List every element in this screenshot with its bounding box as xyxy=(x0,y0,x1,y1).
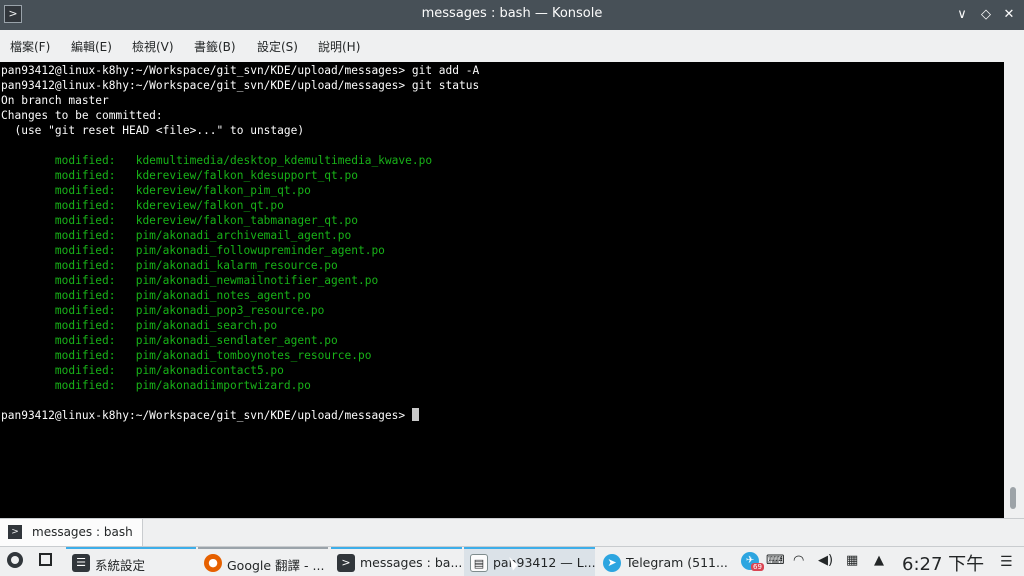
window-titlebar: > messages : bash — Konsole ∨ ◇ ✕ xyxy=(0,0,1024,30)
clipboard-icon[interactable]: ▦ xyxy=(846,553,858,568)
opensuse-launcher-icon xyxy=(7,552,23,568)
terminal-line: pan93412@linux-k8hy:~/Workspace/git_svn/… xyxy=(1,64,480,77)
modified-file-line: modified: pim/akonadi_notes_agent.po xyxy=(1,289,311,302)
application-launcher[interactable] xyxy=(2,547,28,576)
modified-file-line: modified: kdereview/falkon_tabmanager_qt… xyxy=(1,214,358,227)
task-file-manager[interactable]: ▤ pan93412 — L... xyxy=(464,547,596,576)
task-konsole-messages[interactable]: > messages : ba... xyxy=(331,547,462,576)
show-desktop-icon xyxy=(39,553,52,566)
modified-file-line: modified: pim/akonadi_followupreminder_a… xyxy=(1,244,385,257)
menu-bookmarks[interactable]: 書籤(B) xyxy=(194,38,236,55)
maximize-button[interactable]: ◇ xyxy=(976,5,996,25)
konsole-tabbar: > messages : bash xyxy=(0,518,1024,546)
tab-label: messages : bash xyxy=(32,525,133,539)
menubar: 檔案(F) 編輯(E) 檢視(V) 書籤(B) 設定(S) 說明(H) xyxy=(0,30,1024,62)
terminal-line: (use "git reset HEAD <file>..." to unsta… xyxy=(1,124,305,137)
terminal-line: pan93412@linux-k8hy:~/Workspace/git_svn/… xyxy=(1,79,480,92)
task-telegram[interactable]: ➤ Telegram (511... xyxy=(597,547,729,576)
menu-settings[interactable]: 設定(S) xyxy=(257,38,298,55)
digital-clock[interactable]: 6:27 下午 xyxy=(902,550,984,576)
terminal-icon: > xyxy=(8,525,22,539)
menu-view[interactable]: 檢視(V) xyxy=(132,38,174,55)
task-google-translate[interactable]: ● Google 翻譯 - ... xyxy=(198,547,328,576)
wifi-icon[interactable]: ◠ xyxy=(793,553,804,568)
modified-file-line: modified: pim/akonadi_tomboynotes_resour… xyxy=(1,349,372,362)
modified-file-line: modified: pim/akonadi_archivemail_agent.… xyxy=(1,229,352,242)
volume-icon[interactable]: ◀) xyxy=(818,553,833,568)
terminal-line: Changes to be committed: xyxy=(1,109,163,122)
modified-file-line: modified: pim/akonadi_pop3_resource.po xyxy=(1,304,325,317)
terminal-output[interactable]: pan93412@linux-k8hy:~/Workspace/git_svn/… xyxy=(0,62,1004,518)
text-cursor xyxy=(411,408,419,421)
terminal-scrollbar[interactable] xyxy=(1004,62,1024,518)
terminal-line: On branch master xyxy=(1,94,109,107)
modified-file-line: modified: kdereview/falkon_kdesupport_qt… xyxy=(1,169,358,182)
terminal-prompt-line: pan93412@linux-k8hy:~/Workspace/git_svn/… xyxy=(1,408,419,423)
panel-options-icon[interactable]: ☰ xyxy=(1000,554,1014,570)
modified-file-line: modified: kdereview/falkon_qt.po xyxy=(1,199,284,212)
modified-file-line: modified: kdemultimedia/desktop_kdemulti… xyxy=(1,154,433,167)
modified-file-line: modified: pim/akonadi_kalarm_resource.po xyxy=(1,259,338,272)
modified-file-line: modified: pim/akonadi_search.po xyxy=(1,319,278,332)
modified-file-line: modified: pim/akonadi_newmailnotifier_ag… xyxy=(1,274,379,287)
prompt-text: pan93412@linux-k8hy:~/Workspace/git_svn/… xyxy=(1,409,406,422)
menu-edit[interactable]: 編輯(E) xyxy=(71,38,112,55)
modified-file-line: modified: kdereview/falkon_pim_qt.po xyxy=(1,184,311,197)
file-manager-icon: ▤ xyxy=(470,554,488,572)
telegram-icon: ➤ xyxy=(603,554,621,572)
task-label: messages : ba... xyxy=(360,555,463,570)
firefox-icon: ● xyxy=(204,554,222,572)
window-title: messages : bash — Konsole xyxy=(421,6,603,21)
settings-icon: ☰ xyxy=(72,554,90,572)
menu-help[interactable]: 說明(H) xyxy=(318,38,360,55)
task-label: Telegram (511... xyxy=(626,555,728,570)
modified-file-line: modified: pim/akonadiimportwizard.po xyxy=(1,379,311,392)
task-label: 系統設定 xyxy=(95,558,146,573)
keyboard-icon[interactable]: ⌨ xyxy=(766,553,785,568)
expand-tray-icon[interactable]: ▲ xyxy=(874,553,884,568)
modified-file-line: modified: pim/akonadi_sendlater_agent.po xyxy=(1,334,338,347)
task-system-settings[interactable]: ☰ 系統設定 xyxy=(66,547,196,576)
task-label: Google 翻譯 - ... xyxy=(227,558,325,573)
menu-file[interactable]: 檔案(F) xyxy=(10,38,50,55)
modified-file-line: modified: pim/akonadicontact5.po xyxy=(1,364,284,377)
close-button[interactable]: ✕ xyxy=(999,5,1019,25)
unread-badge: 69 xyxy=(751,563,764,571)
system-tray: ✈ 69 ⌨ ◠ ◀) ▦ ▲ xyxy=(738,547,898,576)
show-desktop-button[interactable] xyxy=(34,547,58,576)
scrollbar-thumb[interactable] xyxy=(1010,487,1016,509)
konsole-icon: > xyxy=(337,554,355,572)
tab-messages-bash[interactable]: > messages : bash xyxy=(0,519,143,546)
minimize-button[interactable]: ∨ xyxy=(952,5,972,25)
